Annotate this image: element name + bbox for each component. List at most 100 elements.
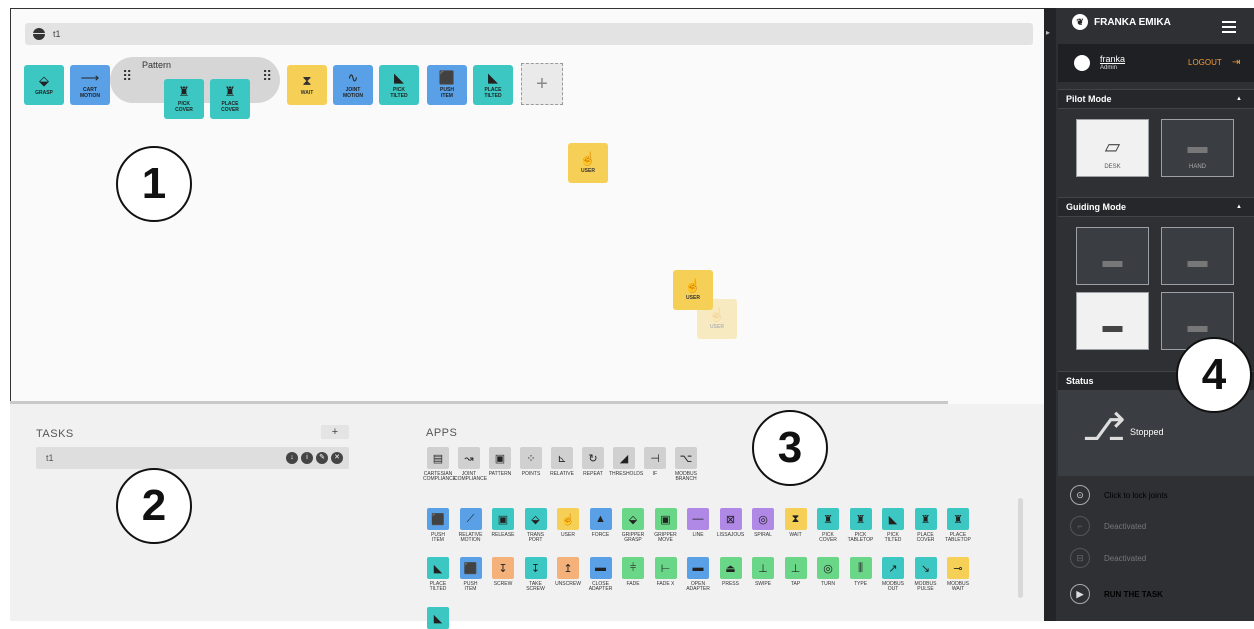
app-icon: ♜ [849,508,872,530]
app-tile[interactable]: ♜ PICK COVER [813,508,843,543]
app-tile[interactable]: ⬙ GRIPPER GRASP [618,508,648,543]
app-tile[interactable]: ▤ CARTESIAN COMPLIANCE [423,447,456,482]
app-tile[interactable]: ↧ TAKE SCREW [521,557,551,592]
callout-badge: 1 [116,146,192,222]
timeline-tile-place-tilted[interactable]: ◣ PLACE TILTED [473,65,513,105]
hamburger-menu-icon[interactable] [1222,21,1236,33]
app-icon: ⟋ [459,508,482,530]
timeline-tile-joint-motion[interactable]: ∿ JOINT MOTION [333,65,373,105]
task-list-item[interactable]: t1 ↓ i ✎ ✕ [36,447,349,469]
guiding-mode-rotation[interactable]: ▬ [1161,227,1234,285]
app-tile[interactable]: ⧗ WAIT [781,508,811,538]
guiding-mode-header[interactable]: Guiding Mode ▲ [1058,197,1254,217]
app-tile[interactable]: ▬ CLOSE ADAPTER [586,557,616,592]
app-tile[interactable]: ◢ THRESHOLDS [609,447,643,477]
app-label: FADE X [656,581,675,587]
pilot-mode-desk[interactable]: ▱ DESK [1076,119,1149,177]
franka-logo-icon: ❦ [1072,14,1088,30]
guiding-mode-translation[interactable]: ▬ [1076,227,1149,285]
app-tile[interactable]: ⬙ TRANS PORT [521,508,551,543]
run-task-button[interactable]: ▶ RUN THE TASK [1070,584,1163,604]
app-tile[interactable]: ↘ MODBUS PULSE [911,557,941,592]
task-name: t1 [53,29,61,39]
pattern-tile-place-cover[interactable]: ♜ PLACE COVER [210,79,250,119]
app-icon: ◣ [882,508,904,530]
user-name[interactable]: franka [1100,54,1125,64]
add-task-button[interactable]: + [321,425,349,439]
pick-cover-icon: ♜ [178,84,190,99]
app-tile[interactable]: ▬ OPEN ADAPTER [683,557,713,592]
app-tile[interactable]: ↗ MODBUS OUT [878,557,908,592]
floating-user-tile[interactable]: ☝ USER [568,143,608,183]
app-icon: ⬛ [427,508,449,530]
app-icon: ↝ [458,447,480,469]
logout-link[interactable]: LOGOUT [1188,58,1222,67]
app-tile[interactable]: ⁘ POINTS [516,447,546,477]
guiding-mode-free[interactable]: ▬ [1076,292,1149,350]
sidebar-collapse-handle[interactable]: ▸ [1044,8,1056,621]
app-tile[interactable]: ♜ PLACE TABLETOP [943,508,973,543]
app-label: LISSAJOUS [716,532,745,538]
task-item-name: t1 [46,453,54,463]
app-tile[interactable]: ♜ PLACE COVER [911,508,941,543]
app-icon: ⬛ [459,557,482,579]
app-tile[interactable]: ↧ SCREW [488,557,518,587]
app-label: PICK COVER [819,532,837,543]
app-tile[interactable]: ◣ PLACE TILTED [423,557,453,592]
app-tile[interactable]: ◣ PICK TILTED [878,508,908,543]
app-tile[interactable]: ♜ PICK TABLETOP [846,508,876,543]
app-tile[interactable]: ☝ USER [553,508,583,538]
app-tile[interactable]: ⊾ RELATIVE [547,447,577,477]
app-label: UNSCREW [555,581,581,587]
app-tile[interactable]: ⏏ PRESS [716,557,746,587]
app-tile[interactable]: ↝ JOINT COMPLIANCE [454,447,487,482]
edit-icon[interactable]: ✎ [316,452,328,464]
info-icon[interactable]: i [301,452,313,464]
timeline-tile-grasp[interactable]: ⬙ GRASP [24,65,64,105]
app-tile[interactable]: ⫩ FADE [618,557,648,587]
app-label: RELEASE [491,532,515,538]
app-tile[interactable]: ⬛ PUSH ITEM [456,557,486,592]
app-tile[interactable]: — LINE [683,508,713,538]
app-tile-partial[interactable]: ◣ [423,607,453,629]
pilot-mode-header[interactable]: Pilot Mode ▲ [1058,89,1254,109]
app-tile[interactable]: ↻ REPEAT [578,447,608,477]
app-tile[interactable]: ▲ FORCE [586,508,616,538]
place-tilted-icon: ◣ [488,70,498,85]
app-tile[interactable]: ▣ GRIPPER MOVE [651,508,681,543]
app-tile[interactable]: ⊣ IF [640,447,670,477]
app-tile[interactable]: ⬛ PUSH ITEM [423,508,453,543]
hand-pilot-icon: ▬ [1187,136,1208,158]
app-tile[interactable]: ⊢ FADE X [651,557,681,587]
app-tile[interactable]: ⊥ SWIPE [748,557,778,587]
app-tile[interactable]: ▣ RELEASE [488,508,518,538]
apps-scrollbar[interactable] [1018,498,1023,598]
add-app-slot[interactable]: + [521,63,563,105]
app-tile[interactable]: ⟋ RELATIVE MOTION [456,508,486,543]
pilot-mode-hand[interactable]: ▬ HAND [1161,119,1234,177]
app-tile[interactable]: ⊥ TAP [781,557,811,587]
app-tile[interactable]: ⊸ MODBUS WAIT [943,557,973,592]
user-hand-icon: ☝ [684,278,702,293]
delete-icon[interactable]: ✕ [331,452,343,464]
app-tile[interactable]: ◎ TURN [813,557,843,587]
pattern-tile-pick-cover[interactable]: ♜ PICK COVER [164,79,204,119]
logout-icon[interactable]: ⇥ [1232,57,1240,68]
app-label: PICK TABLETOP [847,532,874,543]
app-tile[interactable]: ⊠ LISSAJOUS [716,508,746,538]
app-tile[interactable]: ⌥ MODBUS BRANCH [671,447,701,482]
app-tile[interactable]: ▣ PATTERN [485,447,515,477]
app-tile[interactable]: ↥ UNSCREW [553,557,583,587]
app-label: OPEN ADAPTER [686,581,710,592]
app-icon: ▬ [589,557,612,579]
timeline-tile-cart-motion[interactable]: ⟶ CART MOTION [70,65,110,105]
timeline-tile-wait[interactable]: ⧗ WAIT [287,65,327,105]
app-tile[interactable]: ⫼ TYPE [846,557,876,587]
app-icon: ↧ [524,557,547,579]
app-tile[interactable]: ◎ SPIRAL [748,508,778,538]
download-icon[interactable]: ↓ [286,452,298,464]
lock-joints-button[interactable]: ⊙ Click to lock joints [1070,485,1168,505]
timeline-tile-pick-tilted[interactable]: ◣ PICK TILTED [379,65,419,105]
timeline-tile-push-item[interactable]: ⬛ PUSH ITEM [427,65,467,105]
cart-motion-icon: ⟶ [80,70,100,85]
